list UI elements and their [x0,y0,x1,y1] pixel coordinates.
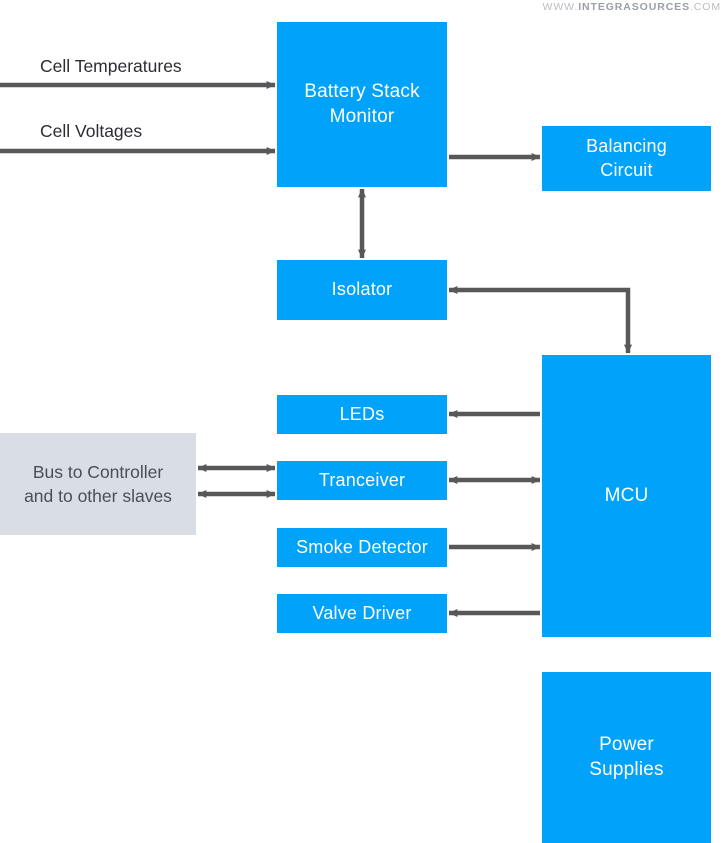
block-leds[interactable]: LEDs [277,395,447,434]
wire-isolator-to-mcu [448,286,632,354]
watermark-brand: INTEGRASOURCES [578,1,690,13]
watermark-prefix: WWW. [542,1,579,13]
block-battery-stack-monitor[interactable]: Battery Stack Monitor [277,22,447,187]
label-cell-temperatures: Cell Temperatures [40,56,182,76]
block-diagram-canvas: WWW.INTEGRASOURCES.COM Battery Stack Mon… [0,0,725,843]
watermark-suffix: .COM [689,1,721,13]
block-bus-to-controller[interactable]: Bus to Controller and to other slaves [0,433,196,535]
block-isolator[interactable]: Isolator [277,260,447,320]
site-watermark: WWW.INTEGRASOURCES.COM [543,1,721,13]
block-smoke-detector[interactable]: Smoke Detector [277,528,447,567]
block-mcu[interactable]: MCU [542,355,711,637]
label-cell-voltages: Cell Voltages [40,121,143,141]
block-tranceiver[interactable]: Tranceiver [277,461,447,500]
block-power-supplies[interactable]: Power Supplies [542,672,711,843]
block-valve-driver[interactable]: Valve Driver [277,594,447,633]
block-balancing-circuit[interactable]: Balancing Circuit [542,126,711,191]
